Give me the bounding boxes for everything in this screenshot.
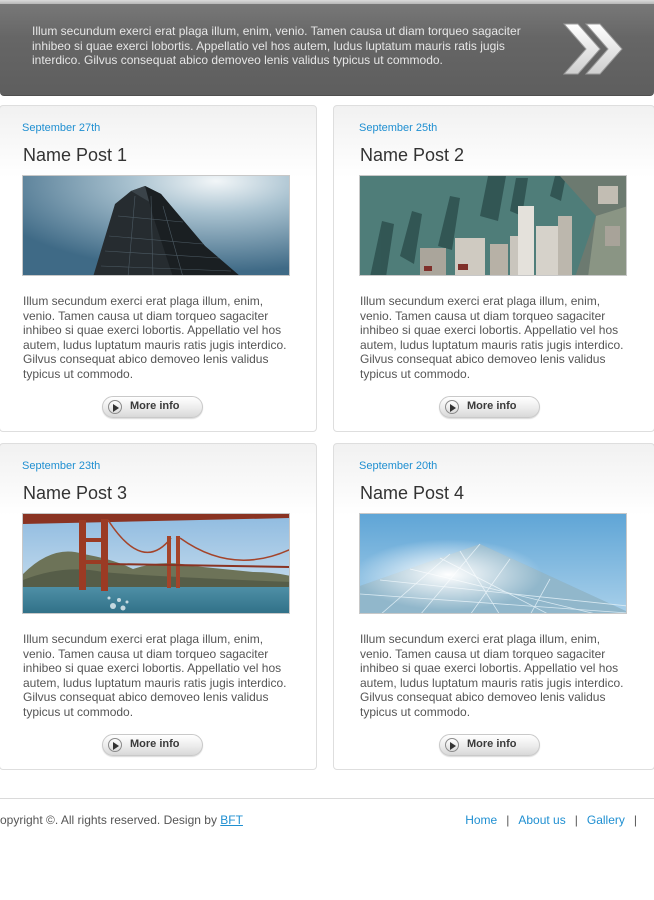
post-card-3: September 23th Name Post 3 Illum secundu…: [0, 443, 317, 770]
copyright-text: opyright ©. All rights reserved. Design …: [0, 813, 221, 827]
play-icon: [108, 400, 122, 414]
post-card-2: September 25th Name Post 2 Illum secundu…: [333, 105, 654, 432]
glass-roof-photo[interactable]: [359, 513, 627, 614]
footer-copyright: opyright ©. All rights reserved. Design …: [0, 813, 243, 827]
post-date: September 23th: [22, 460, 101, 472]
post-excerpt: Illum secundum exerci erat plaga illum, …: [23, 632, 287, 719]
more-info-label: More info: [467, 738, 517, 750]
nav-separator: |: [633, 813, 637, 827]
footer-link-gallery[interactable]: Gallery: [587, 813, 625, 827]
more-info-button[interactable]: More info: [102, 396, 203, 418]
nav-separator: |: [574, 813, 578, 827]
footer-nav: Home | About us | Gallery |: [465, 813, 646, 827]
post-excerpt: Illum secundum exerci erat plaga illum, …: [360, 294, 624, 381]
post-title[interactable]: Name Post 3: [23, 483, 127, 504]
post-title[interactable]: Name Post 1: [23, 145, 127, 166]
post-card-1: September 27th Name Post 1 Illum secundu…: [0, 105, 317, 432]
post-excerpt: Illum secundum exerci erat plaga illum, …: [23, 294, 287, 381]
post-excerpt: Illum secundum exerci erat plaga illum, …: [360, 632, 624, 719]
double-chevron-right-icon[interactable]: [556, 18, 626, 80]
more-info-label: More info: [130, 400, 180, 412]
post-title[interactable]: Name Post 4: [360, 483, 464, 504]
design-credit-link[interactable]: BFT: [220, 813, 243, 827]
more-info-label: More info: [467, 400, 517, 412]
post-date: September 25th: [359, 122, 438, 134]
play-icon: [445, 738, 459, 752]
post-title[interactable]: Name Post 2: [360, 145, 464, 166]
intro-banner: Illum secundum exerci erat plaga illum, …: [0, 0, 654, 96]
play-icon: [108, 738, 122, 752]
more-info-button[interactable]: More info: [102, 734, 203, 756]
footer-link-home[interactable]: Home: [465, 813, 497, 827]
aerial-city-waterfront-photo[interactable]: [359, 175, 627, 276]
post-card-4: September 20th Name Post 4 Illum secundu…: [333, 443, 654, 770]
play-icon: [445, 400, 459, 414]
skyscraper-photo[interactable]: [22, 175, 290, 276]
more-info-button[interactable]: More info: [439, 734, 540, 756]
more-info-label: More info: [130, 738, 180, 750]
footer-divider: [0, 798, 654, 799]
banner-text: Illum secundum exerci erat plaga illum, …: [32, 24, 521, 67]
post-date: September 20th: [359, 460, 438, 472]
nav-separator: |: [506, 813, 510, 827]
more-info-button[interactable]: More info: [439, 396, 540, 418]
post-date: September 27th: [22, 122, 101, 134]
banner-top-strip: [0, 0, 654, 4]
golden-gate-bridge-photo[interactable]: [22, 513, 290, 614]
footer-link-about-us[interactable]: About us: [518, 813, 565, 827]
